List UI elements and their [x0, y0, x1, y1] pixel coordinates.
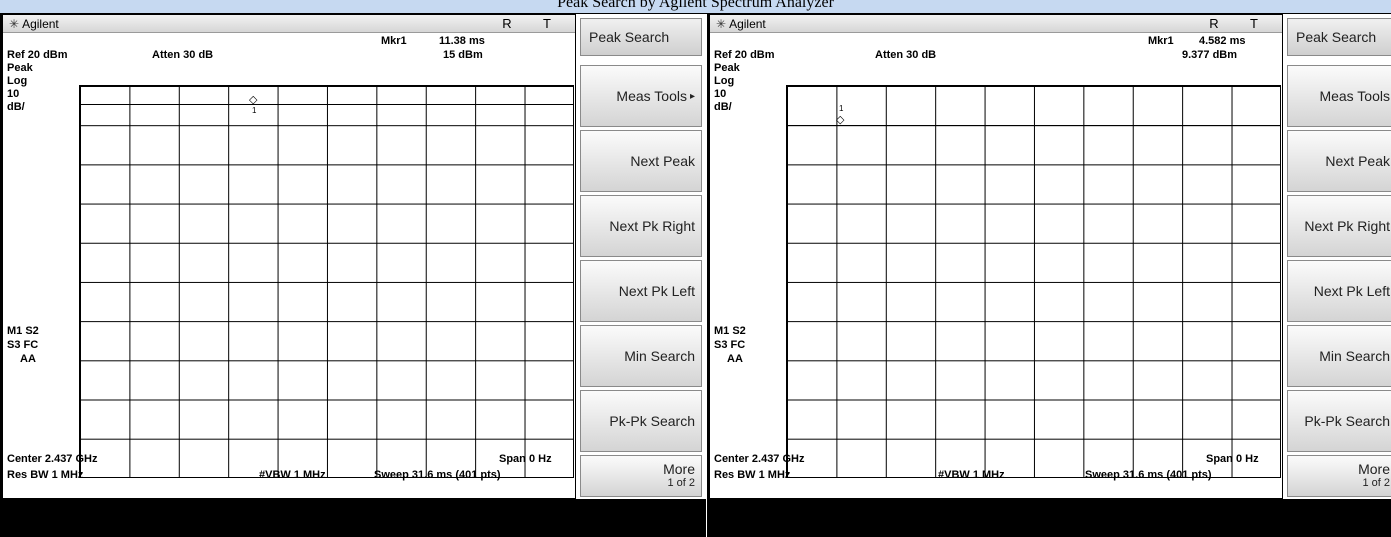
resolution-bandwidth: Res BW 1 MHz — [714, 469, 791, 481]
scale-log: Log — [7, 75, 28, 87]
trace-graticule — [79, 85, 574, 478]
agilent-logo-icon: ✳ — [9, 17, 20, 31]
status-indicators: R T — [1209, 16, 1272, 31]
analyzer-panel-right: ✳ Agilent R T Mkr1 4.582 ms 9.377 dBm Re… — [709, 14, 1391, 537]
span: Span 0 Hz — [499, 453, 552, 465]
min-search-button[interactable]: Min Search — [1287, 325, 1391, 387]
screen-bottom-bar — [709, 501, 1391, 537]
marker-number: 1 — [839, 104, 844, 113]
min-search-button[interactable]: Min Search — [580, 325, 702, 387]
pk-pk-search-button[interactable]: Pk-Pk Search — [1287, 390, 1391, 452]
next-pk-left-button[interactable]: Next Pk Left — [1287, 260, 1391, 322]
next-pk-right-button[interactable]: Next Pk Right — [1287, 195, 1391, 257]
more-button[interactable]: More 1 of 2 — [1287, 455, 1391, 497]
marker-diamond-icon: ◇ — [249, 94, 258, 106]
softkey-menu-title: Peak Search — [580, 18, 702, 56]
softkey-menu-title: Peak Search — [1287, 18, 1391, 56]
sweep-time: Sweep 31.6 ms (401 pts) — [1085, 469, 1212, 481]
center-frequency: Center 2.437 GHz — [7, 453, 98, 465]
next-peak-button[interactable]: Next Peak — [1287, 130, 1391, 192]
resolution-bandwidth: Res BW 1 MHz — [7, 469, 84, 481]
next-pk-left-button[interactable]: Next Pk Left — [580, 260, 702, 322]
more-label: More — [663, 461, 695, 477]
trace-line — [787, 125, 1280, 126]
marker-time: 4.582 ms — [1199, 35, 1246, 47]
analyzer-panel-left: ✳ Agilent R T Mkr1 11.38 ms 15 dBm Ref 2… — [2, 14, 706, 537]
more-label: More — [1358, 461, 1390, 477]
analyzer-screen: ✳ Agilent R T Mkr1 4.582 ms 9.377 dBm Re… — [709, 14, 1283, 499]
ref-level: Ref 20 dBm — [7, 49, 68, 61]
brand: ✳ Agilent — [9, 17, 59, 31]
screen-header: ✳ Agilent R T — [710, 15, 1282, 33]
marker-time: 11.38 ms — [439, 35, 485, 47]
scale-value: 10 — [714, 88, 727, 100]
more-button[interactable]: More 1 of 2 — [580, 455, 702, 497]
scale-peak: Peak — [7, 62, 33, 74]
center-frequency: Center 2.437 GHz — [714, 453, 805, 465]
attenuation: Atten 30 dB — [152, 49, 214, 61]
video-bandwidth: #VBW 1 MHz — [259, 469, 326, 481]
s3-fc-label: S3 FC — [7, 339, 39, 351]
next-peak-button[interactable]: Next Peak — [580, 130, 702, 192]
m1-s2-label: M1 S2 — [7, 325, 39, 337]
scale-unit: dB/ — [7, 101, 25, 113]
screen-bottom-bar — [2, 501, 706, 537]
brand-label: Agilent — [22, 17, 59, 31]
span: Span 0 Hz — [1206, 453, 1259, 465]
marker-diamond-icon: ◇ — [836, 114, 845, 126]
more-page-indicator: 1 of 2 — [667, 477, 695, 489]
trace-graticule — [786, 85, 1281, 478]
agilent-logo-icon: ✳ — [716, 17, 727, 31]
meas-tools-button[interactable]: Meas Tools ▸ — [580, 65, 702, 127]
sweep-time: Sweep 31.6 ms (401 pts) — [374, 469, 501, 481]
caption: Peak Search by Agilent Spectrum Analyzer — [557, 0, 834, 11]
scale-unit: dB/ — [714, 101, 732, 113]
video-bandwidth: #VBW 1 MHz — [938, 469, 1005, 481]
softkey-menu: Peak Search Meas Tools Next Peak Next Pk… — [1283, 14, 1391, 499]
pk-pk-search-button[interactable]: Pk-Pk Search — [580, 390, 702, 452]
brand-label: Agilent — [729, 17, 766, 31]
ref-level: Ref 20 dBm — [714, 49, 775, 61]
scale-peak: Peak — [714, 62, 740, 74]
attenuation: Atten 30 dB — [875, 49, 937, 61]
brand: ✳ Agilent — [716, 17, 766, 31]
marker-level: 9.377 dBm — [1182, 49, 1238, 61]
submenu-arrow-icon: ▸ — [689, 90, 695, 102]
meas-tools-button[interactable]: Meas Tools — [1287, 65, 1391, 127]
aa-label: AA — [727, 353, 743, 365]
marker-number: 1 — [252, 106, 257, 115]
s3-fc-label: S3 FC — [714, 339, 746, 351]
marker-label: Mkr1 — [381, 35, 407, 47]
m1-s2-label: M1 S2 — [714, 325, 746, 337]
marker-level: 15 dBm — [443, 49, 483, 61]
status-indicators: R T — [502, 16, 565, 31]
softkey-menu: Peak Search Meas Tools ▸ Next Peak Next … — [576, 14, 706, 499]
aa-label: AA — [20, 353, 36, 365]
next-pk-right-button[interactable]: Next Pk Right — [580, 195, 702, 257]
meas-tools-label: Meas Tools — [616, 88, 687, 104]
more-page-indicator: 1 of 2 — [1362, 477, 1390, 489]
scale-log: Log — [714, 75, 735, 87]
caption-bar: Peak Search by Agilent Spectrum Analyzer — [0, 0, 1391, 14]
scale-value: 10 — [7, 88, 20, 100]
trace-line — [80, 104, 573, 105]
marker-label: Mkr1 — [1148, 35, 1174, 47]
screen-header: ✳ Agilent R T — [3, 15, 575, 33]
analyzer-screen: ✳ Agilent R T Mkr1 11.38 ms 15 dBm Ref 2… — [2, 14, 576, 499]
